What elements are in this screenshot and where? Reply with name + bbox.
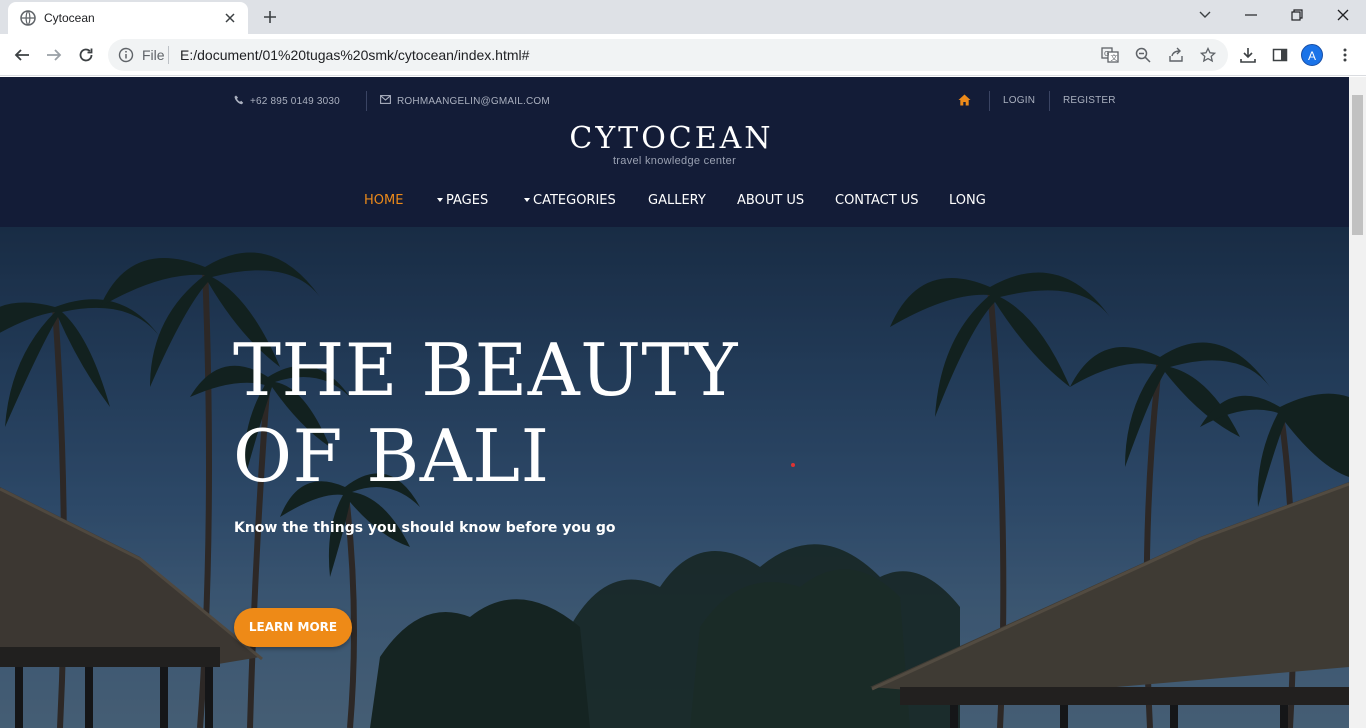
nav-pages[interactable]: PAGES — [437, 193, 488, 209]
home-icon[interactable] — [958, 94, 971, 106]
login-link[interactable]: LOGIN — [1003, 95, 1035, 107]
forward-icon[interactable] — [40, 41, 68, 69]
nav-categories[interactable]: CATEGORIES — [524, 193, 616, 209]
close-icon[interactable] — [220, 8, 240, 28]
nav-pages-label: PAGES — [446, 193, 489, 208]
star-icon[interactable] — [1198, 45, 1218, 65]
nav-contact[interactable]: CONTACT US — [835, 193, 919, 209]
url-scheme: File — [142, 47, 165, 63]
browser-tab[interactable]: Cytocean — [8, 2, 248, 34]
close-icon[interactable] — [1320, 0, 1366, 30]
translate-icon[interactable]: G文 — [1100, 45, 1120, 65]
profile-avatar[interactable]: A — [1301, 44, 1323, 66]
menu-icon[interactable] — [1333, 43, 1357, 67]
hero-title-line2: OF BALI — [233, 414, 550, 498]
svg-text:文: 文 — [1111, 53, 1118, 62]
browser-toolbar: File E:/document/01%20tugas%20smk/cytoce… — [0, 34, 1366, 76]
hero-title-line1: THE BEAUTY — [233, 328, 738, 412]
info-icon[interactable] — [118, 47, 134, 63]
svg-text:G: G — [1104, 50, 1109, 58]
hero-subtitle: Know the things you should know before y… — [234, 520, 616, 536]
tab-title: Cytocean — [44, 11, 95, 25]
email-address: ROHMAANGELIN@GMAIL.COM — [397, 95, 550, 107]
address-bar[interactable]: File E:/document/01%20tugas%20smk/cytoce… — [108, 39, 1228, 71]
nav-categories-label: CATEGORIES — [533, 193, 616, 208]
scrollbar-thumb[interactable] — [1352, 95, 1363, 235]
minimize-icon[interactable] — [1228, 0, 1274, 30]
chevron-down-icon[interactable] — [1182, 0, 1228, 30]
globe-icon — [20, 10, 36, 26]
reload-icon[interactable] — [72, 41, 100, 69]
register-link[interactable]: REGISTER — [1063, 95, 1116, 107]
restore-icon[interactable] — [1274, 0, 1320, 30]
nav-home[interactable]: HOME — [364, 193, 403, 209]
hero-section: THE BEAUTY OF BALI Know the things you s… — [0, 227, 1349, 728]
page-scrollbar[interactable] — [1349, 77, 1366, 728]
mail-icon — [380, 95, 391, 108]
side-panel-icon[interactable] — [1268, 43, 1292, 67]
site-header: +62 895 0149 3030 ROHMAANGELIN@GMAIL.COM… — [0, 77, 1349, 227]
logo-name: CYTOCEAN — [569, 121, 774, 156]
page-viewport: +62 895 0149 3030 ROHMAANGELIN@GMAIL.COM… — [0, 77, 1349, 728]
url-text[interactable]: E:/document/01%20tugas%20smk/cytocean/in… — [180, 47, 529, 63]
learn-more-button[interactable]: LEARN MORE — [234, 608, 352, 647]
caret-down-icon — [524, 197, 530, 202]
share-icon[interactable] — [1166, 45, 1186, 65]
download-icon[interactable] — [1236, 43, 1260, 67]
phone-number: +62 895 0149 3030 — [250, 96, 340, 107]
topbar-divider — [989, 91, 990, 111]
red-dot — [791, 463, 795, 467]
topbar-phone[interactable]: +62 895 0149 3030 — [234, 95, 340, 109]
nav-long[interactable]: LONG — [949, 193, 986, 209]
phone-icon — [234, 95, 244, 109]
caret-down-icon — [437, 197, 443, 202]
topbar-divider — [366, 91, 367, 111]
logo-tagline: travel knowledge center — [612, 155, 737, 167]
topbar-divider — [1049, 91, 1050, 111]
nav-gallery[interactable]: GALLERY — [648, 193, 706, 209]
back-icon[interactable] — [8, 41, 36, 69]
hero-title: THE BEAUTY OF BALI — [233, 327, 738, 499]
tab-strip: Cytocean — [0, 0, 1366, 34]
omnibox-divider — [168, 46, 169, 64]
plus-icon[interactable] — [258, 5, 282, 29]
zoom-icon[interactable] — [1133, 45, 1153, 65]
nav-about[interactable]: ABOUT US — [737, 193, 804, 209]
topbar-email[interactable]: ROHMAANGELIN@GMAIL.COM — [380, 95, 550, 108]
